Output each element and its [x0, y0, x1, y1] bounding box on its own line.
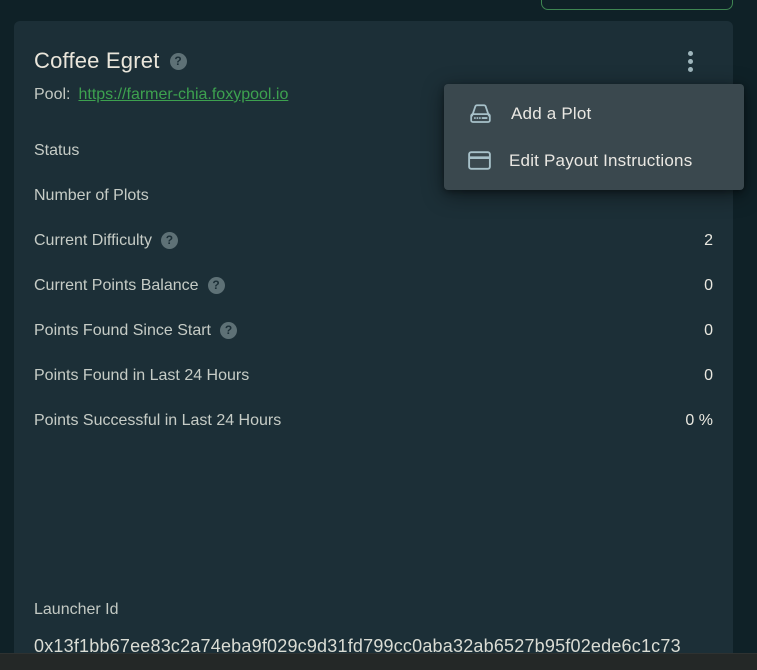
context-menu: Add a Plot Edit Payout Instructions	[444, 84, 744, 190]
kebab-dot	[688, 59, 693, 64]
stat-row-current-difficulty: Current Difficulty ? 2	[34, 231, 713, 250]
stat-value: 0	[704, 366, 713, 385]
stat-value: 0	[704, 276, 713, 295]
kebab-dot	[688, 67, 693, 72]
drive-icon	[466, 100, 495, 127]
pool-label: Pool:	[34, 86, 70, 103]
stat-label: Points Found in Last 24 Hours	[34, 366, 249, 385]
kebab-menu-button[interactable]	[678, 46, 702, 76]
page-title: Coffee Egret	[34, 48, 160, 74]
stat-label: Status	[34, 141, 79, 160]
menu-item-edit-payout-instructions[interactable]: Edit Payout Instructions	[444, 137, 744, 184]
help-icon[interactable]: ?	[170, 53, 187, 70]
help-icon[interactable]: ?	[161, 232, 178, 249]
help-icon[interactable]: ?	[220, 322, 237, 339]
stat-label: Current Points Balance	[34, 276, 199, 295]
stat-label: Points Found Since Start	[34, 321, 211, 340]
kebab-dot	[688, 51, 693, 56]
help-icon[interactable]: ?	[208, 277, 225, 294]
menu-item-add-plot[interactable]: Add a Plot	[444, 90, 744, 137]
stat-label: Current Difficulty	[34, 231, 152, 250]
menu-item-label: Add a Plot	[511, 104, 591, 124]
stat-label: Number of Plots	[34, 186, 149, 205]
pool-link[interactable]: https://farmer-chia.foxypool.io	[78, 86, 288, 103]
menu-item-label: Edit Payout Instructions	[509, 151, 692, 171]
top-action-button[interactable]	[541, 0, 733, 10]
stat-value: 2	[704, 231, 713, 250]
stat-label: Points Successful in Last 24 Hours	[34, 411, 281, 430]
payout-card-icon	[466, 149, 493, 172]
stat-row-current-points-balance: Current Points Balance ? 0	[34, 276, 713, 295]
stat-value: 0	[704, 321, 713, 340]
stat-row-points-successful-24h: Points Successful in Last 24 Hours 0 %	[34, 411, 713, 430]
stat-row-points-found-24h: Points Found in Last 24 Hours 0	[34, 366, 713, 385]
stat-row-points-found-since-start: Points Found Since Start ? 0	[34, 321, 713, 340]
bottom-bar	[0, 653, 757, 670]
launcher-id-label: Launcher Id	[34, 601, 119, 619]
stat-value: 0 %	[685, 411, 713, 430]
card-title-row: Coffee Egret ?	[34, 48, 713, 74]
